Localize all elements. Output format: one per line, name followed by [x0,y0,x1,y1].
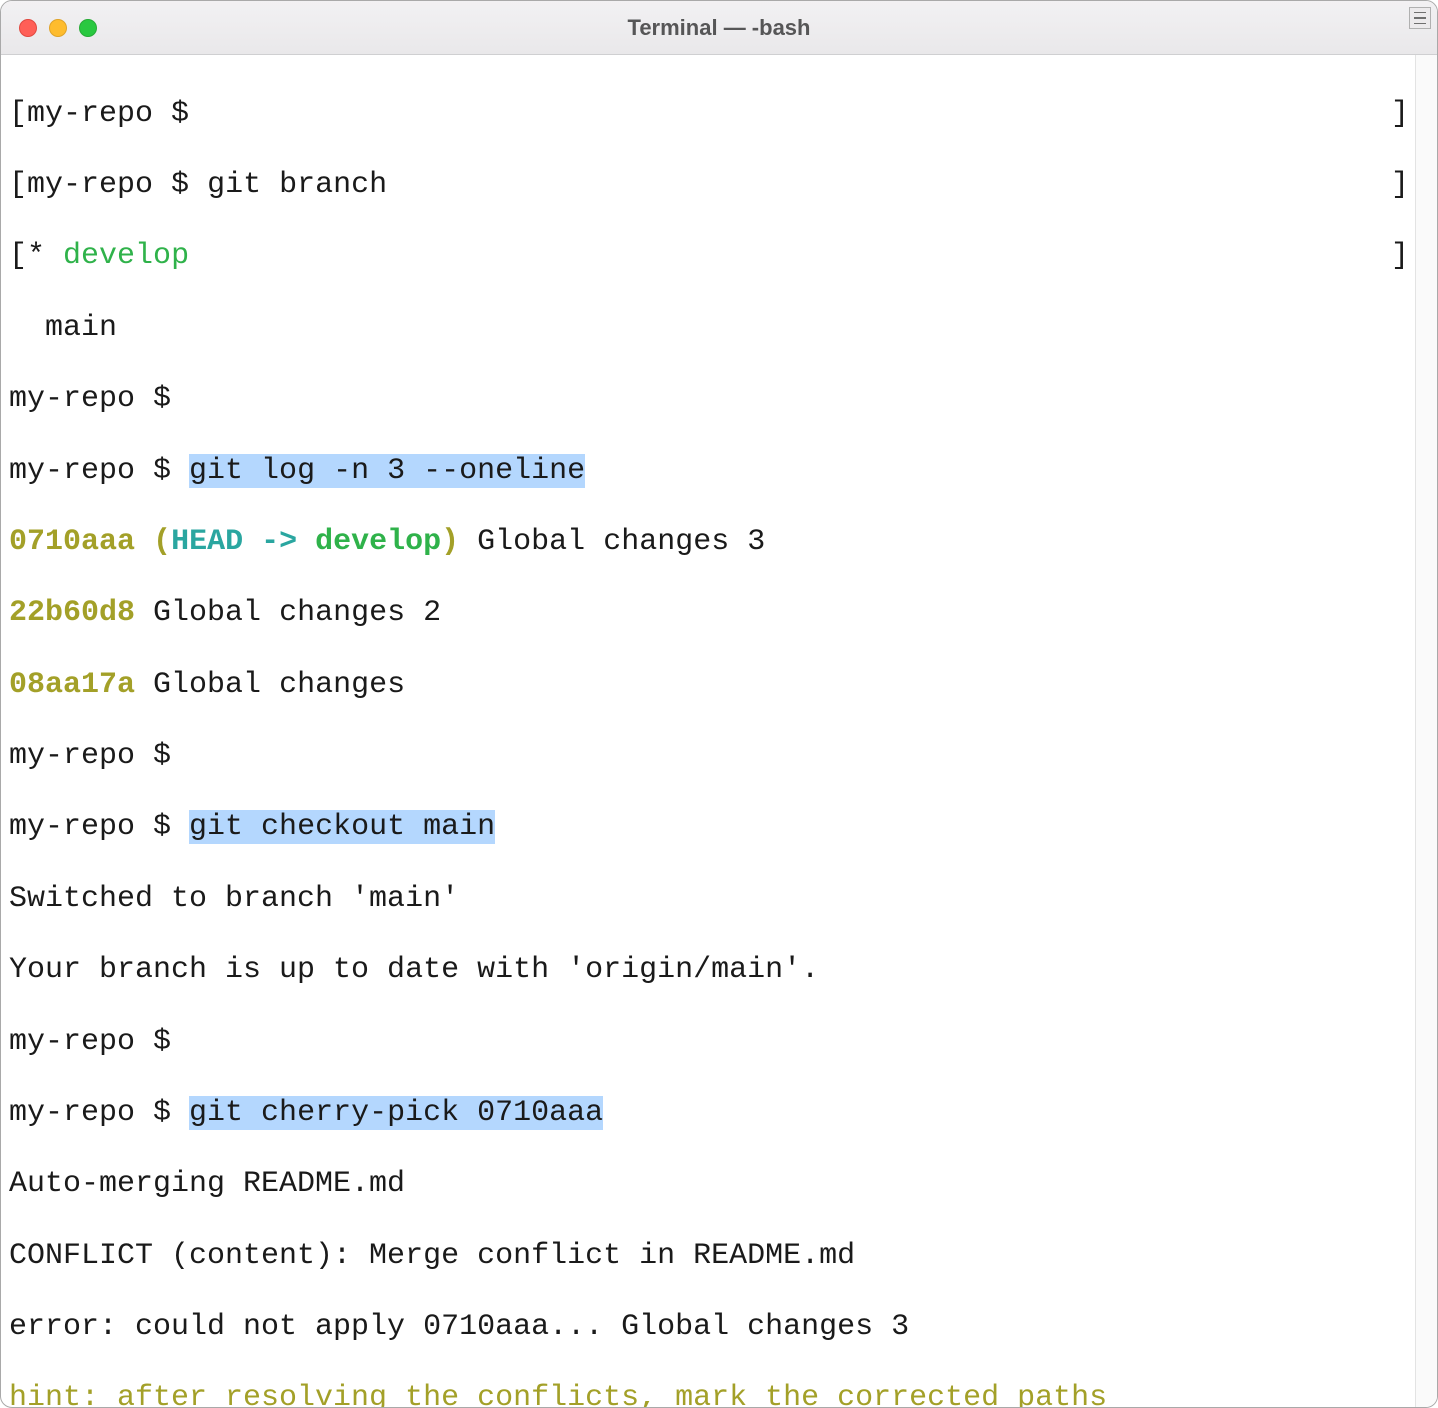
prompt: my-repo $ [9,739,171,773]
window-title: Terminal — -bash [1,15,1437,41]
terminal-window: Terminal — -bash [my-repo $] [my-repo $ … [0,0,1438,1408]
commit-hash: 22b60d8 [9,596,135,630]
paren: ( [153,525,171,559]
hint-line: hint: after resolving the conflicts, mar… [9,1381,1413,1407]
titlebar: Terminal — -bash [1,1,1437,55]
commit-hash: 08aa17a [9,668,135,702]
prompt: my-repo $ [9,1025,171,1059]
branch-current: develop [63,239,189,273]
commit-msg: Global changes 3 [477,525,765,559]
head-ref: HEAD -> [171,525,297,559]
prompt: my-repo $ [9,454,171,488]
commit-hash: 0710aaa [9,525,135,559]
output-line: Switched to branch 'main' [9,882,1413,918]
branch-ref: develop [315,525,441,559]
cmd-git-log: git log -n 3 --oneline [189,454,585,488]
output-line: Auto-merging README.md [9,1167,1413,1203]
menu-icon[interactable] [1409,7,1431,29]
commit-msg: Global changes 2 [153,596,441,630]
output-line: CONFLICT (content): Merge conflict in RE… [9,1239,1413,1275]
branch-marker: * [27,239,45,273]
scrollbar[interactable] [1415,55,1437,1407]
terminal-output[interactable]: [my-repo $] [my-repo $ git branch] [* de… [1,55,1415,1407]
paren: ) [441,525,459,559]
prompt: my-repo $ [27,97,189,131]
terminal-area: [my-repo $] [my-repo $ git branch] [* de… [1,55,1437,1407]
minimize-button[interactable] [49,19,67,37]
output-line: Your branch is up to date with 'origin/m… [9,953,1413,989]
close-button[interactable] [19,19,37,37]
zoom-button[interactable] [79,19,97,37]
cmd-git-checkout: git checkout main [189,810,495,844]
cmd-git-cherry-pick: git cherry-pick 0710aaa [189,1096,603,1130]
prompt: my-repo $ [27,168,189,202]
output-line: error: could not apply 0710aaa... Global… [9,1310,1413,1346]
branch-other: main [45,311,117,345]
window-controls [19,19,97,37]
prompt: my-repo $ [9,382,171,416]
commit-msg: Global changes [153,668,405,702]
prompt: my-repo $ [9,1096,171,1130]
cmd-git-branch: git branch [207,168,387,202]
prompt: my-repo $ [9,810,171,844]
